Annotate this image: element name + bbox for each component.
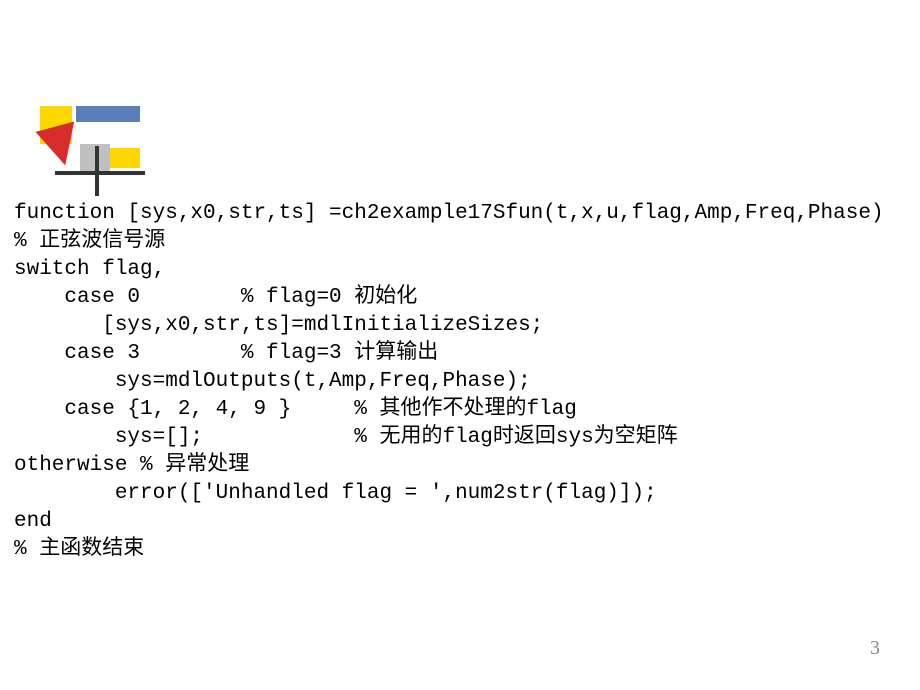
- code-line-8: case {1, 2, 4, 9 } % 其他作不处理的flag: [14, 398, 577, 421]
- code-line-11: error(['Unhandled flag = ',num2str(flag)…: [14, 482, 657, 505]
- code-line-12: end: [14, 510, 52, 533]
- code-line-6: case 3 % flag=3 计算输出: [14, 342, 438, 365]
- code-line-1: function [sys,x0,str,ts] =ch2example17Sf…: [14, 202, 884, 225]
- logo-red-triangle: [36, 122, 85, 171]
- code-line-5: [sys,x0,str,ts]=mdlInitializeSizes;: [14, 314, 543, 337]
- code-line-9: sys=[]; % 无用的flag时返回sys为空矩阵: [14, 426, 678, 449]
- code-line-10: otherwise % 异常处理: [14, 454, 249, 477]
- code-line-2: % 正弦波信号源: [14, 230, 165, 253]
- logo-cross-vertical: [95, 146, 99, 196]
- code-line-7: sys=mdlOutputs(t,Amp,Freq,Phase);: [14, 370, 531, 393]
- page-number: 3: [870, 637, 880, 660]
- code-line-3: switch flag,: [14, 258, 165, 281]
- logo-yellow-small: [110, 148, 140, 168]
- logo-cross-horizontal: [55, 171, 145, 175]
- code-content: function [sys,x0,str,ts] =ch2example17Sf…: [14, 200, 884, 564]
- code-line-13: % 主函数结束: [14, 538, 144, 561]
- logo-blue-block: [76, 106, 140, 122]
- slide-logo: [40, 106, 140, 191]
- code-line-4: case 0 % flag=0 初始化: [14, 286, 417, 309]
